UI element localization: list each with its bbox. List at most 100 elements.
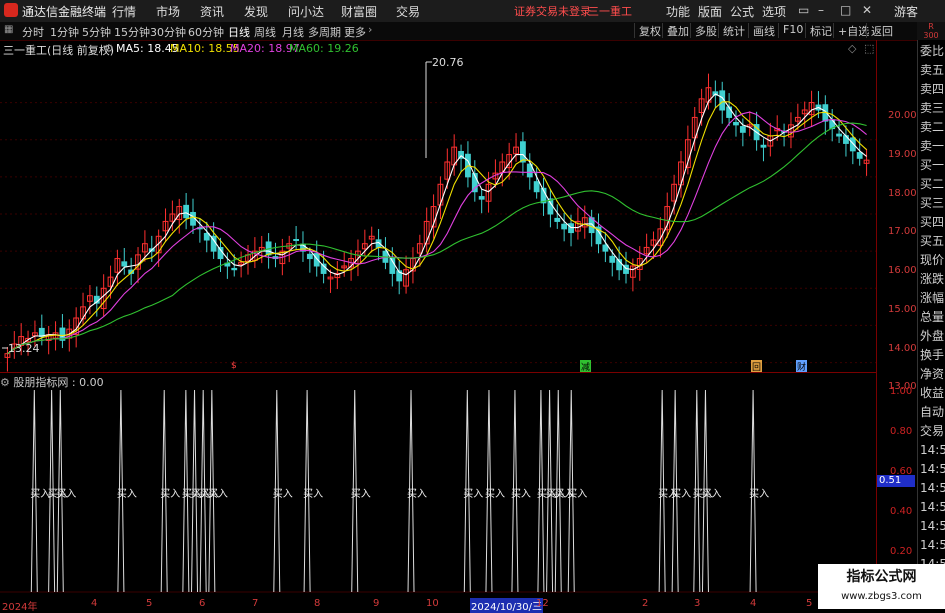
date-label: 9 [373, 598, 380, 609]
date-label: 3 [694, 598, 701, 609]
ma60-line [7, 122, 867, 355]
buy-signal-label: 买入 [207, 489, 228, 500]
watermark-title: 指标公式网 [846, 569, 917, 585]
date-label: 2 [642, 598, 649, 609]
buy-signal-label: 买入 [567, 489, 588, 500]
candle-body [602, 244, 609, 252]
price-axis-label: 16.00 [888, 265, 917, 276]
date-axis: 2024年 4 5 6 7 8 9 10 2024/10/30/三 12 2 3… [0, 598, 877, 613]
indicator-settings-icon[interactable]: ⚙ [0, 376, 10, 389]
quote-field-label: 换手 [920, 348, 945, 362]
buy-signal-label: 买入 [116, 489, 137, 500]
candle-body [739, 126, 746, 133]
price-axis-label: 18.00 [888, 188, 917, 199]
buy-signal-label: 买入 [749, 489, 770, 500]
candle-body [836, 133, 842, 137]
candle-body [306, 253, 313, 260]
buy-signal-label: 买入 [272, 489, 293, 500]
selected-date-label[interactable]: 2024/10/30/三 [470, 598, 544, 613]
candle-body [203, 232, 210, 241]
price-axis-label: 19.00 [888, 149, 917, 160]
panel-divider [0, 372, 877, 373]
price-axis-line [876, 40, 877, 600]
low-price-label: 13.24 [8, 342, 40, 355]
candle-body [183, 204, 190, 219]
candle-body [726, 106, 733, 118]
quote-field-label: 涨幅 [920, 291, 945, 305]
quote-field-label: 卖三 [920, 101, 945, 115]
indicator-axis-label: 0.80 [890, 426, 913, 437]
candle-body [231, 267, 238, 271]
ma5-line [7, 93, 867, 355]
buy-signal-label: 买入 [160, 489, 181, 500]
guest-user[interactable]: 游客 [894, 3, 918, 20]
buy-signal-label: 买入 [463, 489, 484, 500]
indicator-axis-label: 1.00 [890, 386, 913, 397]
candle-body [121, 261, 128, 267]
quote-field-label: 买五 [920, 234, 945, 248]
price-axis-label: 20.00 [888, 110, 917, 121]
corner-line-2: 300 [923, 31, 939, 40]
date-label: 5 [146, 598, 153, 609]
price-axis-label: 15.00 [888, 304, 917, 315]
indicator-value-badge: 0.51 [877, 475, 915, 487]
quote-field-label: 14:56 [920, 481, 945, 495]
quote-field-label: 14:56 [920, 519, 945, 533]
date-label: 6 [199, 598, 206, 609]
quote-field-label: 卖一 [920, 139, 945, 153]
buy-signal-label: 买入 [350, 489, 371, 500]
quote-field-label: 净资 [920, 367, 945, 381]
buy-signal-label: 买入 [56, 489, 77, 500]
corner-indicator: R 300 [917, 22, 945, 40]
quote-field-label: 总量 [920, 310, 945, 324]
quote-field-label: 收益 [920, 386, 945, 400]
buy-signal-label: 买入 [510, 489, 531, 500]
site-watermark: 指标公式网 www.zbgs3.com [818, 564, 945, 609]
high-price-label: 20.76 [432, 56, 464, 69]
candle-body [554, 217, 561, 222]
candle-body [760, 144, 767, 148]
indicator-axis-label: 0.20 [890, 546, 913, 557]
quote-field-label: 买四 [920, 215, 945, 229]
price-axis-label: 14.00 [888, 343, 917, 354]
date-label: 2024年 [2, 602, 38, 613]
watermark-url: www.zbgs3.com [841, 591, 922, 602]
quote-field-label: 卖四 [920, 82, 945, 96]
buy-signal-label: 买入 [484, 489, 505, 500]
date-label: 4 [750, 598, 757, 609]
buy-signal-label: 买入 [303, 489, 324, 500]
candle-body [547, 198, 554, 215]
candle-body [561, 223, 568, 230]
date-label: 4 [91, 598, 98, 609]
date-label: 5 [806, 598, 813, 609]
quote-field-label: 自动 [920, 405, 945, 419]
quote-field-label: 现价 [920, 253, 945, 267]
price-axis-label: 17.00 [888, 226, 917, 237]
buy-signal-label: 买入 [407, 489, 428, 500]
candle-body [733, 121, 739, 126]
quote-field-label: 委比 [920, 44, 945, 58]
indicator-title: ⚙ 股朋指标网 : 0.00 [0, 374, 104, 390]
date-label: 10 [426, 598, 439, 609]
quote-field-label: 14:56 [920, 462, 945, 476]
quote-field-label: 交易 [920, 424, 945, 438]
candle-body [849, 137, 856, 152]
indicator-title-text[interactable]: 股朋指标网 : 0.00 [13, 376, 103, 389]
quote-field-label: 卖五 [920, 63, 945, 77]
date-label: 12 [536, 598, 549, 609]
quote-field-label: 买二 [920, 177, 945, 191]
quote-field-label: 买三 [920, 196, 945, 210]
quote-field-label: 14:56 [920, 443, 945, 457]
buy-signal-label: 买入 [701, 489, 722, 500]
indicator-axis-label: 0.40 [890, 506, 913, 517]
quote-field-label: 卖二 [920, 120, 945, 134]
candle-body [293, 239, 300, 242]
event-marker-dividend[interactable]: $ [230, 361, 238, 371]
quote-field-label: 14:56 [920, 538, 945, 552]
candle-body [843, 135, 849, 144]
quote-field-label: 涨跌 [920, 272, 945, 286]
candle-body [520, 141, 526, 163]
quote-field-label: 买一 [920, 158, 945, 172]
kline-chart[interactable] [0, 0, 877, 600]
candle-body [478, 196, 485, 200]
